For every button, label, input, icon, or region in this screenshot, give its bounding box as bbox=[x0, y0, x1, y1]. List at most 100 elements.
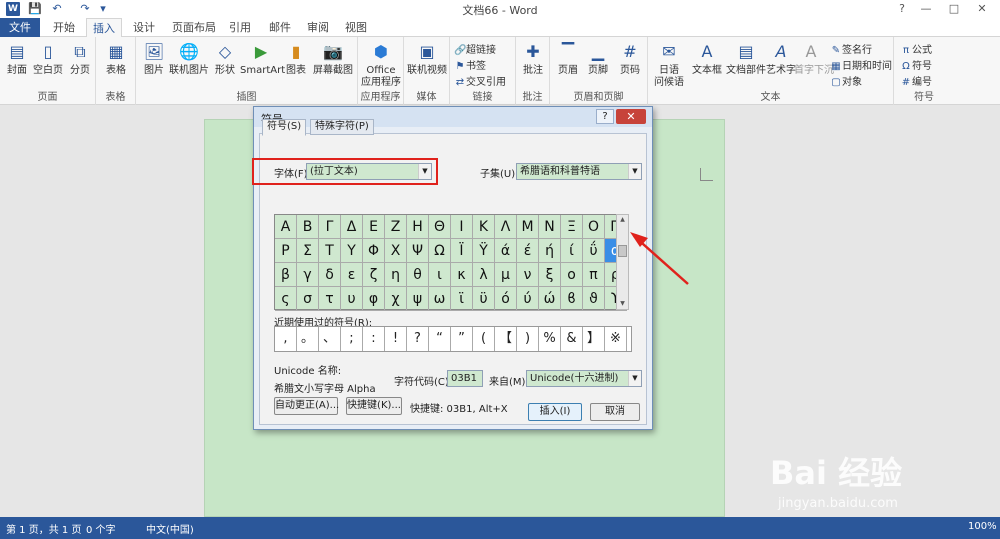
tab-special-characters[interactable]: 特殊字符(P) bbox=[310, 119, 374, 135]
symbol-cell[interactable]: ύ bbox=[517, 287, 539, 311]
symbol-cell[interactable]: ϊ bbox=[451, 287, 473, 311]
recent-symbol-cell[interactable]: “ bbox=[429, 327, 451, 351]
office-apps-button[interactable]: ⬢ Office 应用程序 bbox=[360, 41, 402, 89]
recent-symbol-cell[interactable]: 。 bbox=[297, 327, 319, 351]
recent-symbol-cell[interactable]: 【 bbox=[495, 327, 517, 351]
status-page[interactable]: 第 1 页，共 1 页 bbox=[6, 521, 81, 536]
symbol-cell[interactable]: ς bbox=[275, 287, 297, 311]
bookmark-button[interactable]: ⚑ 书签 bbox=[454, 57, 486, 72]
symbol-cell[interactable]: ή bbox=[539, 239, 561, 263]
symbol-cell[interactable]: Α bbox=[275, 215, 297, 239]
table-button[interactable]: ▦ 表格 bbox=[102, 41, 130, 77]
symbol-cell[interactable]: Δ bbox=[341, 215, 363, 239]
recent-symbol-cell[interactable]: ? bbox=[407, 327, 429, 351]
char-code-field[interactable]: 03B1 bbox=[447, 370, 483, 387]
status-zoom[interactable]: 100% bbox=[968, 521, 997, 532]
tab-page-layout[interactable]: 页面布局 bbox=[166, 18, 222, 37]
tab-home[interactable]: 开始 bbox=[46, 18, 82, 37]
symbol-cell[interactable]: υ bbox=[341, 287, 363, 311]
screenshot-button[interactable]: 📷 屏幕截图 bbox=[310, 41, 356, 77]
recent-symbol-cell[interactable]: ) bbox=[517, 327, 539, 351]
object-button[interactable]: ▢对象 bbox=[830, 73, 862, 88]
symbol-cell[interactable]: Υ bbox=[341, 239, 363, 263]
symbol-button[interactable]: Ω 符号 bbox=[900, 57, 932, 72]
symbol-cell[interactable]: Ξ bbox=[561, 215, 583, 239]
symbol-cell[interactable]: κ bbox=[451, 263, 473, 287]
symbol-cell[interactable]: ό bbox=[495, 287, 517, 311]
tab-references[interactable]: 引用 bbox=[222, 18, 258, 37]
subset-select[interactable]: 希腊语和科普特语 ▼ bbox=[516, 163, 642, 180]
symbol-cell[interactable]: σ bbox=[297, 287, 319, 311]
scroll-up-icon[interactable]: ▲ bbox=[617, 215, 628, 225]
symbol-cell[interactable]: Β bbox=[297, 215, 319, 239]
symbol-cell[interactable]: τ bbox=[319, 287, 341, 311]
recent-symbol-cell[interactable]: ! bbox=[385, 327, 407, 351]
status-words[interactable]: 0 个字 bbox=[86, 521, 116, 536]
blank-page-button[interactable]: ▯ 空白页 bbox=[32, 41, 64, 77]
symbol-cell[interactable]: Χ bbox=[385, 239, 407, 263]
symbol-cell[interactable]: η bbox=[385, 263, 407, 287]
symbol-cell[interactable]: ι bbox=[429, 263, 451, 287]
symbol-cell[interactable]: ί bbox=[561, 239, 583, 263]
symbol-cell[interactable]: Φ bbox=[363, 239, 385, 263]
symbol-cell[interactable]: μ bbox=[495, 263, 517, 287]
recent-symbol-cell[interactable]: & bbox=[561, 327, 583, 351]
symbol-cell[interactable]: ε bbox=[341, 263, 363, 287]
symbol-cell[interactable]: φ bbox=[363, 287, 385, 311]
dialog-close-button[interactable]: ✕ bbox=[616, 109, 646, 124]
tab-symbols[interactable]: 符号(S) bbox=[262, 119, 307, 136]
symbol-cell[interactable]: Ω bbox=[429, 239, 451, 263]
cover-button[interactable]: ▤ 封面 bbox=[4, 41, 30, 77]
page-break-button[interactable]: ⧉ 分页 bbox=[66, 41, 94, 77]
dialog-help-button[interactable]: ? bbox=[596, 109, 614, 124]
from-select[interactable]: Unicode(十六进制) ▼ bbox=[526, 370, 642, 387]
numbering-button[interactable]: # 编号 bbox=[900, 73, 932, 88]
status-language[interactable]: 中文(中国) bbox=[146, 521, 194, 536]
recent-symbol-cell[interactable]: % bbox=[539, 327, 561, 351]
symbol-cell[interactable]: Ψ bbox=[407, 239, 429, 263]
symbol-cell[interactable]: ξ bbox=[539, 263, 561, 287]
tab-view[interactable]: 视图 bbox=[338, 18, 374, 37]
scroll-down-icon[interactable]: ▼ bbox=[617, 299, 628, 309]
comment-button[interactable]: ✚ 批注 bbox=[519, 41, 547, 77]
header-button[interactable]: ▔ 页眉 bbox=[554, 41, 582, 77]
recent-symbol-cell[interactable]: : bbox=[363, 327, 385, 351]
symbol-cell[interactable]: ΰ bbox=[583, 239, 605, 263]
footer-button[interactable]: ▁ 页脚 bbox=[584, 41, 612, 77]
symbol-cell[interactable]: Ρ bbox=[275, 239, 297, 263]
recent-symbol-cell[interactable]: ” bbox=[451, 327, 473, 351]
symbol-cell[interactable]: Ϊ bbox=[451, 239, 473, 263]
shapes-button[interactable]: ◇ 形状 bbox=[212, 41, 238, 77]
symbol-cell[interactable]: γ bbox=[297, 263, 319, 287]
symbol-cell[interactable]: χ bbox=[385, 287, 407, 311]
symbol-cell[interactable]: Τ bbox=[319, 239, 341, 263]
symbol-cell[interactable]: π bbox=[583, 263, 605, 287]
insert-button[interactable]: 插入(I) bbox=[528, 403, 582, 421]
scroll-thumb[interactable] bbox=[618, 245, 627, 257]
symbol-cell[interactable]: ζ bbox=[363, 263, 385, 287]
japanese-greetings-button[interactable]: ✉ 日语 问候语 bbox=[650, 41, 688, 89]
symbol-grid-scrollbar[interactable]: ▲ ▼ bbox=[616, 214, 629, 310]
tab-file[interactable]: 文件 bbox=[0, 18, 40, 37]
autocorrect-button[interactable]: 自动更正(A)... bbox=[274, 397, 339, 415]
cancel-button[interactable]: 取消 bbox=[590, 403, 640, 421]
symbol-cell[interactable]: ϐ bbox=[561, 287, 583, 311]
symbol-cell[interactable]: ώ bbox=[539, 287, 561, 311]
recent-symbol-cell[interactable]: ※ bbox=[605, 327, 627, 351]
tab-design[interactable]: 设计 bbox=[126, 18, 162, 37]
chart-button[interactable]: ▮ 图表 bbox=[284, 41, 308, 77]
symbol-cell[interactable]: Κ bbox=[473, 215, 495, 239]
pictures-button[interactable]: 🖼 图片 bbox=[140, 41, 168, 77]
cross-reference-button[interactable]: ⇄ 交叉引用 bbox=[454, 73, 506, 88]
maximize-button[interactable]: □ bbox=[940, 0, 968, 18]
symbol-cell[interactable]: ά bbox=[495, 239, 517, 263]
symbol-cell[interactable]: δ bbox=[319, 263, 341, 287]
symbol-cell[interactable]: ψ bbox=[407, 287, 429, 311]
tab-review[interactable]: 审阅 bbox=[300, 18, 336, 37]
symbol-cell[interactable]: Η bbox=[407, 215, 429, 239]
recent-symbol-cell[interactable]: 】 bbox=[583, 327, 605, 351]
page-number-button[interactable]: # 页码 bbox=[616, 41, 644, 77]
symbol-cell[interactable]: Ι bbox=[451, 215, 473, 239]
signature-line-button[interactable]: ✎ 签名行 bbox=[830, 41, 872, 56]
symbol-cell[interactable]: έ bbox=[517, 239, 539, 263]
